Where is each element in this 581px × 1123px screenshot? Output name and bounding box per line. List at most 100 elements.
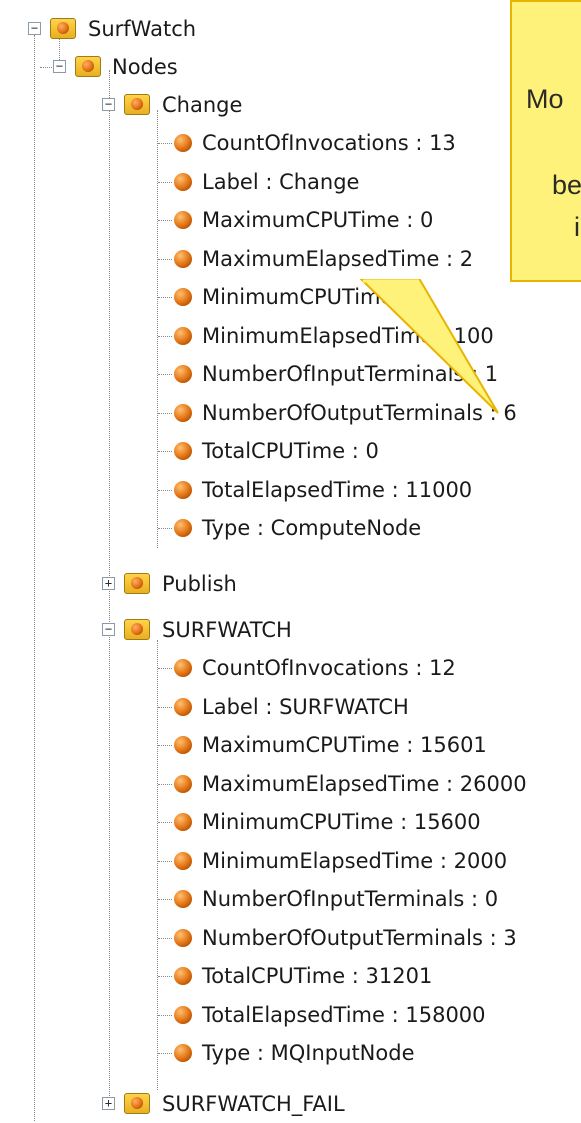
property-row[interactable]: MaximumCPUTime : 0 (0, 201, 581, 239)
tree-guide (158, 374, 172, 375)
property-row[interactable]: MaximumElapsedTime : 26000 (0, 765, 581, 803)
folder-icon (50, 18, 76, 39)
property-label: NumberOfInputTerminals : 1 (202, 362, 499, 386)
callout-text-line: be (552, 170, 581, 200)
property-row[interactable]: CountOfInvocations : 13 (0, 124, 581, 162)
folder-icon (124, 1093, 150, 1114)
property-label: MaximumCPUTime : 0 (202, 208, 434, 232)
property-label: TotalCPUTime : 0 (202, 439, 379, 463)
property-row[interactable]: MaximumElapsedTime : 2 (0, 240, 581, 278)
callout-bubble: Mo be in (510, 0, 581, 282)
expand-icon[interactable]: + (102, 1097, 115, 1110)
property-label: NumberOfOutputTerminals : 3 (202, 925, 517, 950)
property-label: CountOfInvocations : 13 (202, 131, 456, 155)
tree-node-label: Change (162, 93, 243, 117)
property-label: MinimumCPUTime : 15600 (202, 810, 481, 834)
property-row[interactable]: MinimumElapsedTime : 2000 (0, 842, 581, 880)
property-row[interactable]: Label : SURFWATCH (0, 688, 581, 726)
property-row[interactable]: TotalElapsedTime : 158000 (0, 996, 581, 1034)
tree-node-surfwatch[interactable]: − SURFWATCH (0, 611, 400, 649)
property-ball-icon (174, 774, 192, 793)
property-row[interactable]: MinimumCPUTime : 0 (0, 278, 581, 316)
tree-guide (158, 860, 172, 862)
property-label: MinimumElapsedTime : 2000 (202, 848, 508, 873)
tree-guide (158, 783, 172, 785)
tree-guide (158, 528, 172, 529)
expand-icon[interactable]: + (102, 577, 115, 590)
tree-node-surfwatch-root[interactable]: − SurfWatch (0, 10, 300, 48)
tree-guide (158, 258, 172, 260)
tree-view: − SurfWatch − Nodes − Change CountOfInvo… (0, 0, 581, 1121)
tree-guide (158, 822, 172, 823)
property-ball-icon (174, 365, 192, 383)
property-label: TotalElapsedTime : 11000 (202, 477, 473, 502)
tree-guide (158, 489, 172, 491)
collapse-icon[interactable]: − (102, 623, 115, 636)
tree-guide (158, 220, 172, 221)
folder-icon (124, 94, 150, 115)
property-row[interactable]: NumberOfInputTerminals : 0 (0, 880, 581, 918)
property-ball-icon (174, 736, 192, 754)
property-label: Label : Change (202, 169, 360, 194)
property-label: TotalCPUTime : 31201 (202, 964, 433, 988)
collapse-icon[interactable]: − (28, 22, 41, 35)
property-ball-icon (174, 1005, 192, 1024)
property-ball-icon (174, 697, 192, 716)
tree-node-publish[interactable]: + Publish (0, 565, 400, 603)
tree-guide (158, 976, 172, 977)
tree-guide (158, 668, 172, 669)
property-ball-icon (174, 288, 192, 306)
property-ball-icon (174, 211, 192, 229)
property-ball-icon (174, 442, 192, 460)
tree-guide (158, 412, 172, 414)
tree-guide (158, 899, 172, 900)
tree-guide (40, 67, 52, 68)
tree-node-label: Publish (162, 572, 237, 596)
property-ball-icon (174, 813, 192, 831)
property-label: CountOfInvocations : 12 (202, 656, 456, 680)
property-row[interactable]: Type : MQInputNode (0, 1034, 581, 1072)
property-ball-icon (174, 249, 192, 268)
tree-guide (158, 181, 172, 183)
property-label: NumberOfOutputTerminals : 6 (202, 400, 517, 425)
tree-node-surfwatch-fail[interactable]: + SURFWATCH_FAIL (0, 1085, 400, 1123)
property-row[interactable]: NumberOfOutputTerminals : 3 (0, 919, 581, 957)
property-row[interactable]: MaximumCPUTime : 15601 (0, 726, 581, 764)
property-row[interactable]: CountOfInvocations : 12 (0, 649, 581, 687)
property-label: MinimumElapsedTime : 100 (202, 323, 494, 348)
property-ball-icon (174, 134, 192, 152)
property-row[interactable]: TotalElapsedTime : 11000 (0, 471, 581, 509)
tree-guide (158, 335, 172, 337)
collapse-icon[interactable]: − (53, 60, 66, 73)
tree-guide (158, 1053, 172, 1054)
folder-icon (124, 573, 150, 594)
tree-guide (158, 451, 172, 452)
property-row[interactable]: Label : Change (0, 163, 581, 201)
tree-node-label: SURFWATCH (162, 618, 292, 642)
tree-node-change[interactable]: − Change (0, 86, 400, 124)
property-row[interactable]: MinimumElapsedTime : 100 (0, 317, 581, 355)
property-label: Label : SURFWATCH (202, 694, 409, 719)
property-row[interactable]: TotalCPUTime : 31201 (0, 957, 581, 995)
property-ball-icon (174, 928, 192, 947)
property-row[interactable]: MinimumCPUTime : 15600 (0, 803, 581, 841)
tree-node-nodes[interactable]: − Nodes (0, 48, 300, 86)
property-row[interactable]: NumberOfOutputTerminals : 6 (0, 394, 581, 432)
property-ball-icon (174, 519, 192, 537)
tree-guide (158, 706, 172, 708)
property-label: NumberOfInputTerminals : 0 (202, 887, 499, 911)
property-row[interactable]: TotalCPUTime : 0 (0, 432, 581, 470)
collapse-icon[interactable]: − (102, 98, 115, 111)
property-label: MinimumCPUTime : 0 (202, 285, 428, 309)
property-row[interactable]: NumberOfInputTerminals : 1 (0, 355, 581, 393)
tree-guide (158, 143, 172, 144)
property-row[interactable]: Type : ComputeNode (0, 509, 581, 547)
tree-guide (158, 745, 172, 746)
tree-node-label: SURFWATCH_FAIL (162, 1092, 345, 1116)
tree-guide (158, 937, 172, 939)
property-label: MaximumElapsedTime : 26000 (202, 771, 527, 796)
property-ball-icon (174, 172, 192, 191)
property-ball-icon (174, 326, 192, 345)
property-ball-icon (174, 480, 192, 499)
property-label: MaximumCPUTime : 15601 (202, 733, 487, 757)
